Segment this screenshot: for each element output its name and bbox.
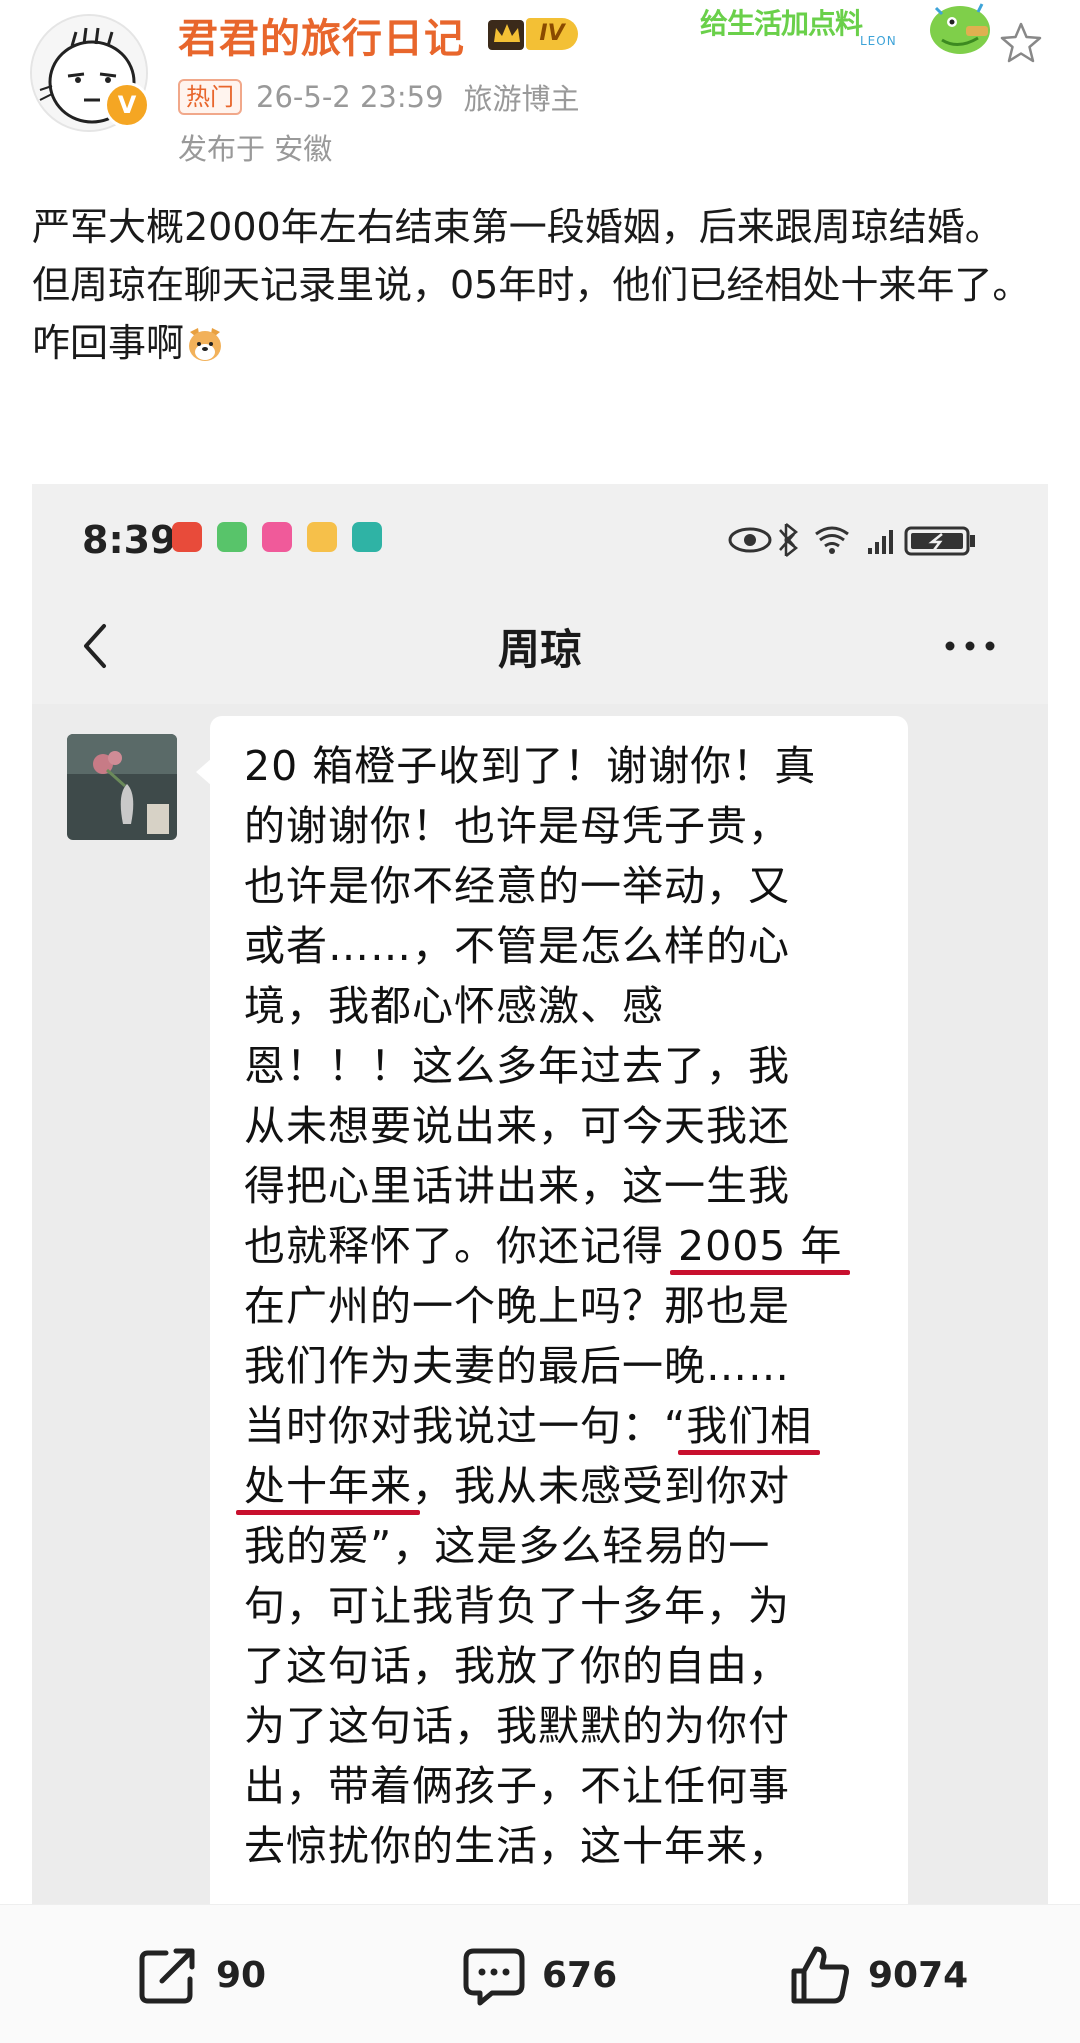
more-options-icon[interactable] xyxy=(942,638,998,654)
message-text: 20 箱橙子收到了！谢谢你！真 的谢谢你！也许是母凭子贵， 也许是你不经意的一举… xyxy=(236,736,884,1876)
repost-icon xyxy=(139,1948,195,2004)
post-paragraph-text: 咋回事啊 xyxy=(32,321,185,365)
peer-avatar[interactable] xyxy=(67,734,177,840)
chat-area: 20 箱橙子收到了！谢谢你！真 的谢谢你！也许是母凭子贵， 也许是你不经意的一举… xyxy=(32,704,1048,1904)
game-app-icon xyxy=(217,522,248,552)
repost-button[interactable]: 90 xyxy=(136,1945,266,2005)
like-count: 9074 xyxy=(868,1954,969,1996)
dog-emoji-icon xyxy=(189,328,222,361)
message-line: 句，可让我背负了十多年，为 xyxy=(244,1582,790,1630)
hot-tag[interactable]: 热门 xyxy=(178,79,242,115)
signal-icon xyxy=(868,530,893,554)
sticker-text: 给生活加点料 xyxy=(700,7,863,40)
like-button[interactable]: 9074 xyxy=(788,1945,968,2005)
post-paragraph: 但周琼在聊天记录里说，05年时，他们已经相处十来年了。 xyxy=(32,263,1031,307)
eye-icon xyxy=(728,527,772,553)
bubble-arrow xyxy=(196,758,212,786)
chat-nav-bar: 周琼 xyxy=(32,594,1048,704)
message-line: 出，带着俩孩子，不让任何事 xyxy=(244,1762,790,1810)
message-line: 在广州的一个晚上吗？那也是 xyxy=(244,1282,790,1330)
post-time: 26-5-2 23:59 xyxy=(256,80,444,114)
chat-title: 周琼 xyxy=(497,625,582,674)
post-location: 发布于 安徽 xyxy=(178,132,333,166)
comment-button[interactable]: 676 xyxy=(462,1945,618,2006)
message-bubble[interactable]: 20 箱橙子收到了！谢谢你！真 的谢谢你！也许是母凭子贵， 也许是你不经意的一举… xyxy=(196,716,908,1904)
message-line: 处十年来，我从未感受到你对 xyxy=(236,1456,884,1516)
message-line: 从未想要说出来，可今天我还 xyxy=(244,1102,790,1150)
highlight-underline xyxy=(670,1270,851,1275)
message-line: 去惊扰你的生活，这十年来， xyxy=(244,1822,790,1870)
message-line: 我们作为夫妻的最后一晚…… xyxy=(244,1342,790,1390)
message-line: 当时你对我说过一句：“我们相 xyxy=(244,1396,884,1456)
flower-vase-photo-icon xyxy=(67,734,177,840)
message-line: 恩！！！这么多年过去了，我 xyxy=(244,1042,790,1090)
verified-badge-icon: V xyxy=(104,82,150,128)
message-line: 20 箱橙子收到了！谢谢你！真 xyxy=(244,742,817,790)
message-line: 也许是你不经意的一举动，又 xyxy=(244,862,790,910)
wifi-icon xyxy=(815,526,849,554)
notification-icons xyxy=(172,522,392,556)
post-paragraph: 严军大概2000年左右结束第一段婚姻，后来跟周琼结婚。 xyxy=(32,205,1003,249)
crown-icon xyxy=(488,20,524,50)
level-label: IV xyxy=(526,18,578,50)
message-line: 或者……，不管是怎么样的心 xyxy=(244,922,790,970)
system-status-icons xyxy=(728,523,975,557)
message-line: 了这句话，我放了你的自由， xyxy=(244,1642,790,1690)
message-line: 境，我都心怀感激、感 xyxy=(244,982,664,1030)
user-role: 旅游博主 xyxy=(463,82,580,116)
bluetooth-icon xyxy=(779,523,799,557)
reader-app-icon xyxy=(352,522,383,552)
weibo-app-icon xyxy=(307,522,338,552)
post-paragraph: 咋回事啊 xyxy=(32,314,1048,372)
music-app-icon xyxy=(262,522,293,552)
post-body: 严军大概2000年左右结束第一段婚姻，后来跟周琼结婚。 但周琼在聊天记录里说，0… xyxy=(32,198,1048,372)
username[interactable]: 君君的旅行日记 xyxy=(178,6,465,64)
battery-icon xyxy=(904,526,975,556)
message-line: 也就释怀了。你还记得 2005 年 xyxy=(244,1216,884,1276)
dinosaur-icon xyxy=(930,3,990,54)
post-meta: 热门 26-5-2 23:59 旅游博主 xyxy=(178,76,580,118)
highlight-underline xyxy=(236,1510,420,1515)
message-line: 为了这句话，我默默的为你付 xyxy=(244,1702,790,1750)
comment-icon xyxy=(463,1948,525,2006)
sticker-sub: LEON xyxy=(860,34,897,48)
repost-count: 90 xyxy=(216,1954,267,1996)
message-line: 得把心里话讲出来，这一生我 xyxy=(244,1162,790,1210)
post-header: V 君君的旅行日记 IV 热门 26-5-2 23:59 旅游博主 发布于 安徽 给… xyxy=(0,0,1080,175)
comment-count: 676 xyxy=(542,1954,618,1996)
message-line: 的谢谢你！也许是母凭子贵， xyxy=(244,802,790,850)
message-line: 我的爱”，这是多么轻易的一 xyxy=(244,1522,771,1570)
action-bar: 90 676 9074 xyxy=(0,1904,1080,2043)
decor-sticker: 给生活加点料 LEON xyxy=(700,0,1030,60)
thumbs-up-icon xyxy=(791,1946,849,2004)
favorite-star-icon[interactable] xyxy=(998,20,1044,66)
shopping-app-icon xyxy=(172,522,202,552)
embedded-screenshot[interactable]: 8:39 周琼 20 箱橙子收到了！谢谢你！真 的谢谢你！也许是母凭子贵， 也许… xyxy=(32,484,1048,1904)
highlight-underline xyxy=(678,1450,821,1455)
status-clock: 8:39 xyxy=(82,518,177,562)
